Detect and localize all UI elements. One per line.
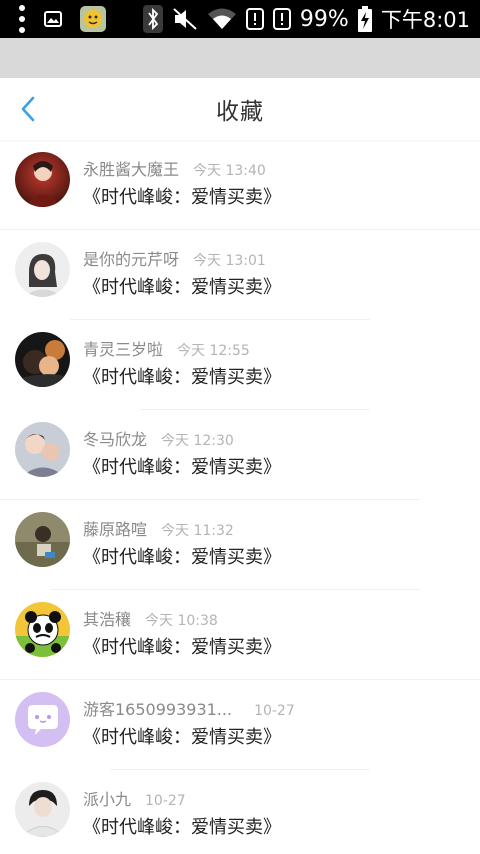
wifi-icon xyxy=(207,8,236,29)
timestamp: 今天 11:32 xyxy=(161,523,234,539)
username: 冬马欣龙 xyxy=(83,430,148,449)
clock: 下午8:01 xyxy=(380,8,470,32)
avatar xyxy=(15,152,70,207)
top-gray-band xyxy=(0,38,480,78)
list-item[interactable]: 青灵三岁啦 今天 12:55 《时代峰峻：爱情买卖》 xyxy=(0,320,480,410)
username: 派小九 xyxy=(83,790,132,809)
username: 是你的元芹呀 xyxy=(83,250,180,269)
bluetooth-icon xyxy=(142,5,163,33)
username: 其浩穰 xyxy=(83,610,132,629)
list-item[interactable]: 永胜酱大魔王 今天 13:40 《时代峰峻：爱情买卖》 xyxy=(0,140,480,230)
username: 青灵三岁啦 xyxy=(83,340,164,359)
timestamp: 今天 12:30 xyxy=(161,433,234,449)
avatar xyxy=(15,512,70,567)
book-title: 《时代峰峻：爱情买卖》 xyxy=(83,637,281,658)
list-item[interactable]: 其浩穰 今天 10:38 《时代峰峻：爱情买卖》 xyxy=(0,590,480,680)
status-bar: 99% 下午8:01 xyxy=(0,0,480,38)
back-button[interactable] xyxy=(10,90,46,128)
list-item[interactable]: 是你的元芹呀 今天 13:01 《时代峰峻：爱情买卖》 xyxy=(0,230,480,320)
book-title: 《时代峰峻：爱情买卖》 xyxy=(83,547,281,568)
book-title: 《时代峰峻：爱情买卖》 xyxy=(83,187,281,208)
timestamp: 10-27 xyxy=(145,793,186,809)
avatar xyxy=(15,602,70,657)
book-title: 《时代峰峻：爱情买卖》 xyxy=(83,727,281,748)
book-title: 《时代峰峻：爱情买卖》 xyxy=(83,367,281,388)
avatar xyxy=(15,692,70,747)
timestamp: 今天 12:55 xyxy=(177,343,250,359)
favorites-list: 永胜酱大魔王 今天 13:40 《时代峰峻：爱情买卖》 是你的元芹呀 今天 13… xyxy=(0,140,480,854)
avatar xyxy=(15,422,70,477)
timestamp: 今天 13:01 xyxy=(193,253,266,269)
battery-charging-icon xyxy=(357,6,372,32)
timestamp: 10-27 xyxy=(254,703,295,719)
username: 藤原路喧 xyxy=(83,520,148,539)
book-title: 《时代峰峻：爱情买卖》 xyxy=(83,817,281,838)
book-title: 《时代峰峻：爱情买卖》 xyxy=(83,457,281,478)
avatar xyxy=(15,242,70,297)
username: 永胜酱大魔王 xyxy=(83,160,180,179)
username: 游客1650993931... xyxy=(83,700,233,719)
alert-icon xyxy=(272,8,291,30)
battery-percent: 99% xyxy=(299,6,349,32)
chevron-left-icon xyxy=(21,96,35,122)
avatar xyxy=(15,782,70,837)
page-title: 收藏 xyxy=(216,99,264,125)
list-item[interactable]: 游客1650993931... 10-27 《时代峰峻：爱情买卖》 xyxy=(0,680,480,770)
app-notification-icon xyxy=(80,6,106,32)
timestamp: 今天 13:40 xyxy=(193,163,266,179)
list-item[interactable]: 冬马欣龙 今天 12:30 《时代峰峻：爱情买卖》 xyxy=(0,410,480,500)
avatar xyxy=(15,332,70,387)
image-notification-icon xyxy=(44,11,62,27)
list-item[interactable]: 派小九 10-27 《时代峰峻：爱情买卖》 xyxy=(0,770,480,854)
alert-icon xyxy=(245,8,264,30)
book-title: 《时代峰峻：爱情买卖》 xyxy=(83,277,281,298)
mute-icon xyxy=(173,8,197,30)
app-header: 收藏 xyxy=(0,78,480,140)
timestamp: 今天 10:38 xyxy=(145,613,218,629)
menu-dots-icon xyxy=(19,5,25,33)
list-item[interactable]: 藤原路喧 今天 11:32 《时代峰峻：爱情买卖》 xyxy=(0,500,480,590)
